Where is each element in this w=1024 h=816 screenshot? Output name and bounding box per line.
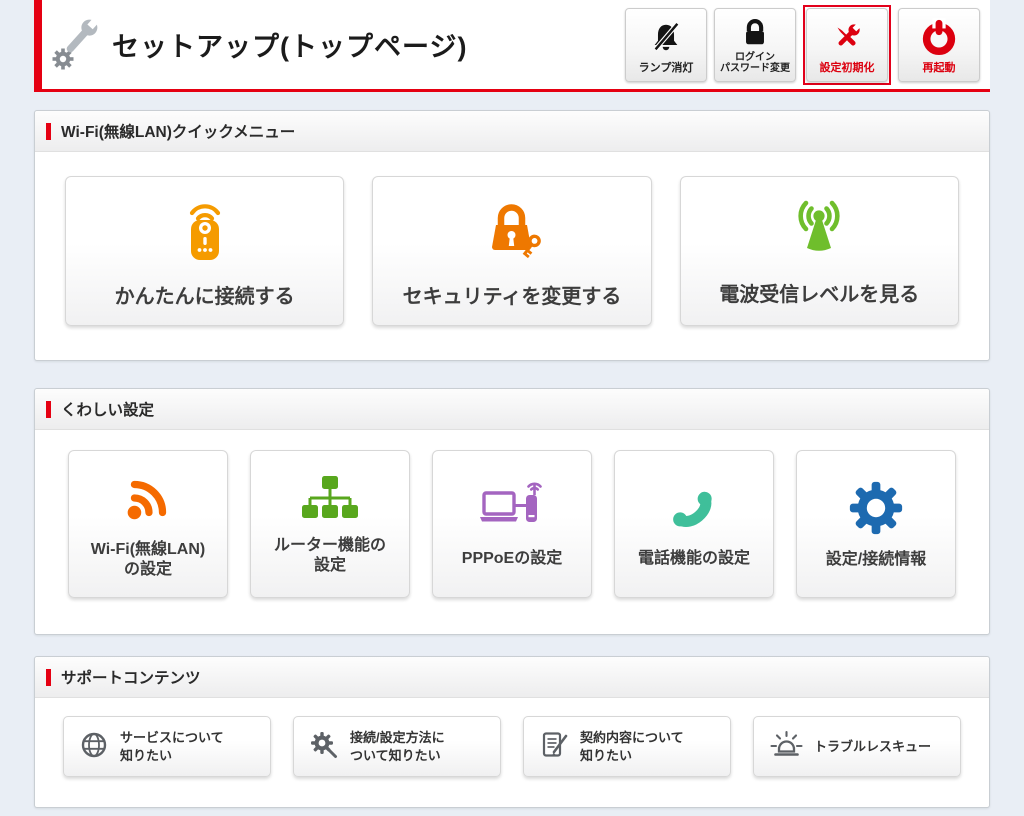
wifi-signal-icon <box>118 468 178 531</box>
contract-info-button[interactable]: 契約内容について 知りたい <box>523 716 731 777</box>
highlight-frame: 設定初期化 <box>803 5 891 85</box>
button-label: サービスについて 知りたい <box>120 729 224 764</box>
wireless-remote-icon <box>171 193 239 268</box>
wifi-settings-button[interactable]: Wi-Fi(無線LAN) の設定 <box>68 450 228 598</box>
setup-page: セットアップ(トップページ) ランプ消灯 <box>0 0 1024 808</box>
tile-label: セキュリティを変更する <box>403 280 622 309</box>
support-section: サポートコンテンツ サービスについて 知りたい <box>34 656 990 808</box>
tile-label: ルーター機能の 設定 <box>274 536 386 576</box>
button-label: トラブルレスキュー <box>814 738 931 756</box>
detail-settings-section: くわしい設定 Wi-Fi(無線LAN) の設定 <box>34 388 990 635</box>
signal-level-button[interactable]: 電波受信レベルを見る <box>680 176 959 326</box>
header-buttons: ランプ消灯 ログイン パスワード変更 <box>625 5 980 85</box>
trouble-rescue-button[interactable]: トラブルレスキュー <box>753 716 961 777</box>
connection-guide-button[interactable]: 接続/設定方法に ついて知りたい <box>293 716 501 777</box>
reboot-button[interactable]: 再起動 <box>898 8 980 82</box>
button-label: 契約内容について 知りたい <box>580 729 684 764</box>
header-title-wrap: セットアップ(トップページ) <box>50 14 467 75</box>
red-marker <box>46 401 51 418</box>
bell-off-icon <box>649 13 683 62</box>
button-label: ログイン パスワード変更 <box>720 52 790 75</box>
section-title: くわしい設定 <box>61 398 154 420</box>
gear-icon <box>846 478 906 541</box>
section-header: Wi-Fi(無線LAN)クイックメニュー <box>35 111 989 152</box>
button-label: 再起動 <box>923 62 956 75</box>
tile-label: PPPoEの設定 <box>462 549 562 569</box>
page-title: セットアップ(トップページ) <box>112 25 467 64</box>
crossed-tools-icon <box>829 13 865 62</box>
button-label: ランプ消灯 <box>639 62 694 75</box>
antenna-icon <box>782 195 856 266</box>
globe-icon <box>79 730 109 763</box>
tile-label: Wi-Fi(無線LAN) の設定 <box>91 540 206 580</box>
pc-router-icon <box>476 479 548 540</box>
tile-label: 電話機能の設定 <box>638 549 750 569</box>
pppoe-settings-button[interactable]: PPPoEの設定 <box>432 450 592 598</box>
change-security-button[interactable]: セキュリティを変更する <box>372 176 651 326</box>
lock-icon <box>738 13 772 52</box>
detail-settings-body: Wi-Fi(無線LAN) の設定 ルーター機能の 設定 <box>35 430 989 634</box>
easy-connect-button[interactable]: かんたんに接続する <box>65 176 344 326</box>
login-password-change-button[interactable]: ログイン パスワード変更 <box>714 8 796 82</box>
red-marker <box>46 123 51 140</box>
siren-icon <box>769 730 803 763</box>
tile-label: 設定/接続情報 <box>826 550 926 570</box>
lock-key-icon <box>478 193 546 268</box>
support-body: サービスについて 知りたい <box>35 698 989 807</box>
phone-icon <box>665 479 723 540</box>
section-title: サポートコンテンツ <box>61 666 201 688</box>
red-marker <box>46 669 51 686</box>
section-header: サポートコンテンツ <box>35 657 989 698</box>
gear-wrench-icon <box>309 730 339 763</box>
header: セットアップ(トップページ) ランプ消灯 <box>34 0 990 92</box>
service-info-button[interactable]: サービスについて 知りたい <box>63 716 271 777</box>
tile-label: 電波受信レベルを見る <box>719 278 919 307</box>
router-function-button[interactable]: ルーター機能の 設定 <box>250 450 410 598</box>
section-header: くわしい設定 <box>35 389 989 430</box>
document-pen-icon <box>539 730 569 763</box>
quick-menu-body: かんたんに接続する <box>35 152 989 360</box>
button-label: 接続/設定方法に ついて知りたい <box>350 729 445 764</box>
section-title: Wi-Fi(無線LAN)クイックメニュー <box>61 120 295 142</box>
lamp-off-button[interactable]: ランプ消灯 <box>625 8 707 82</box>
wrench-gear-icon <box>50 14 104 75</box>
tile-label: かんたんに接続する <box>115 280 295 309</box>
phone-function-button[interactable]: 電話機能の設定 <box>614 450 774 598</box>
power-icon <box>920 13 958 62</box>
settings-reset-button[interactable]: 設定初期化 <box>806 8 888 82</box>
quick-menu-section: Wi-Fi(無線LAN)クイックメニュー <box>34 110 990 361</box>
network-tree-icon <box>298 472 362 527</box>
button-label: 設定初期化 <box>820 62 875 75</box>
config-info-button[interactable]: 設定/接続情報 <box>796 450 956 598</box>
